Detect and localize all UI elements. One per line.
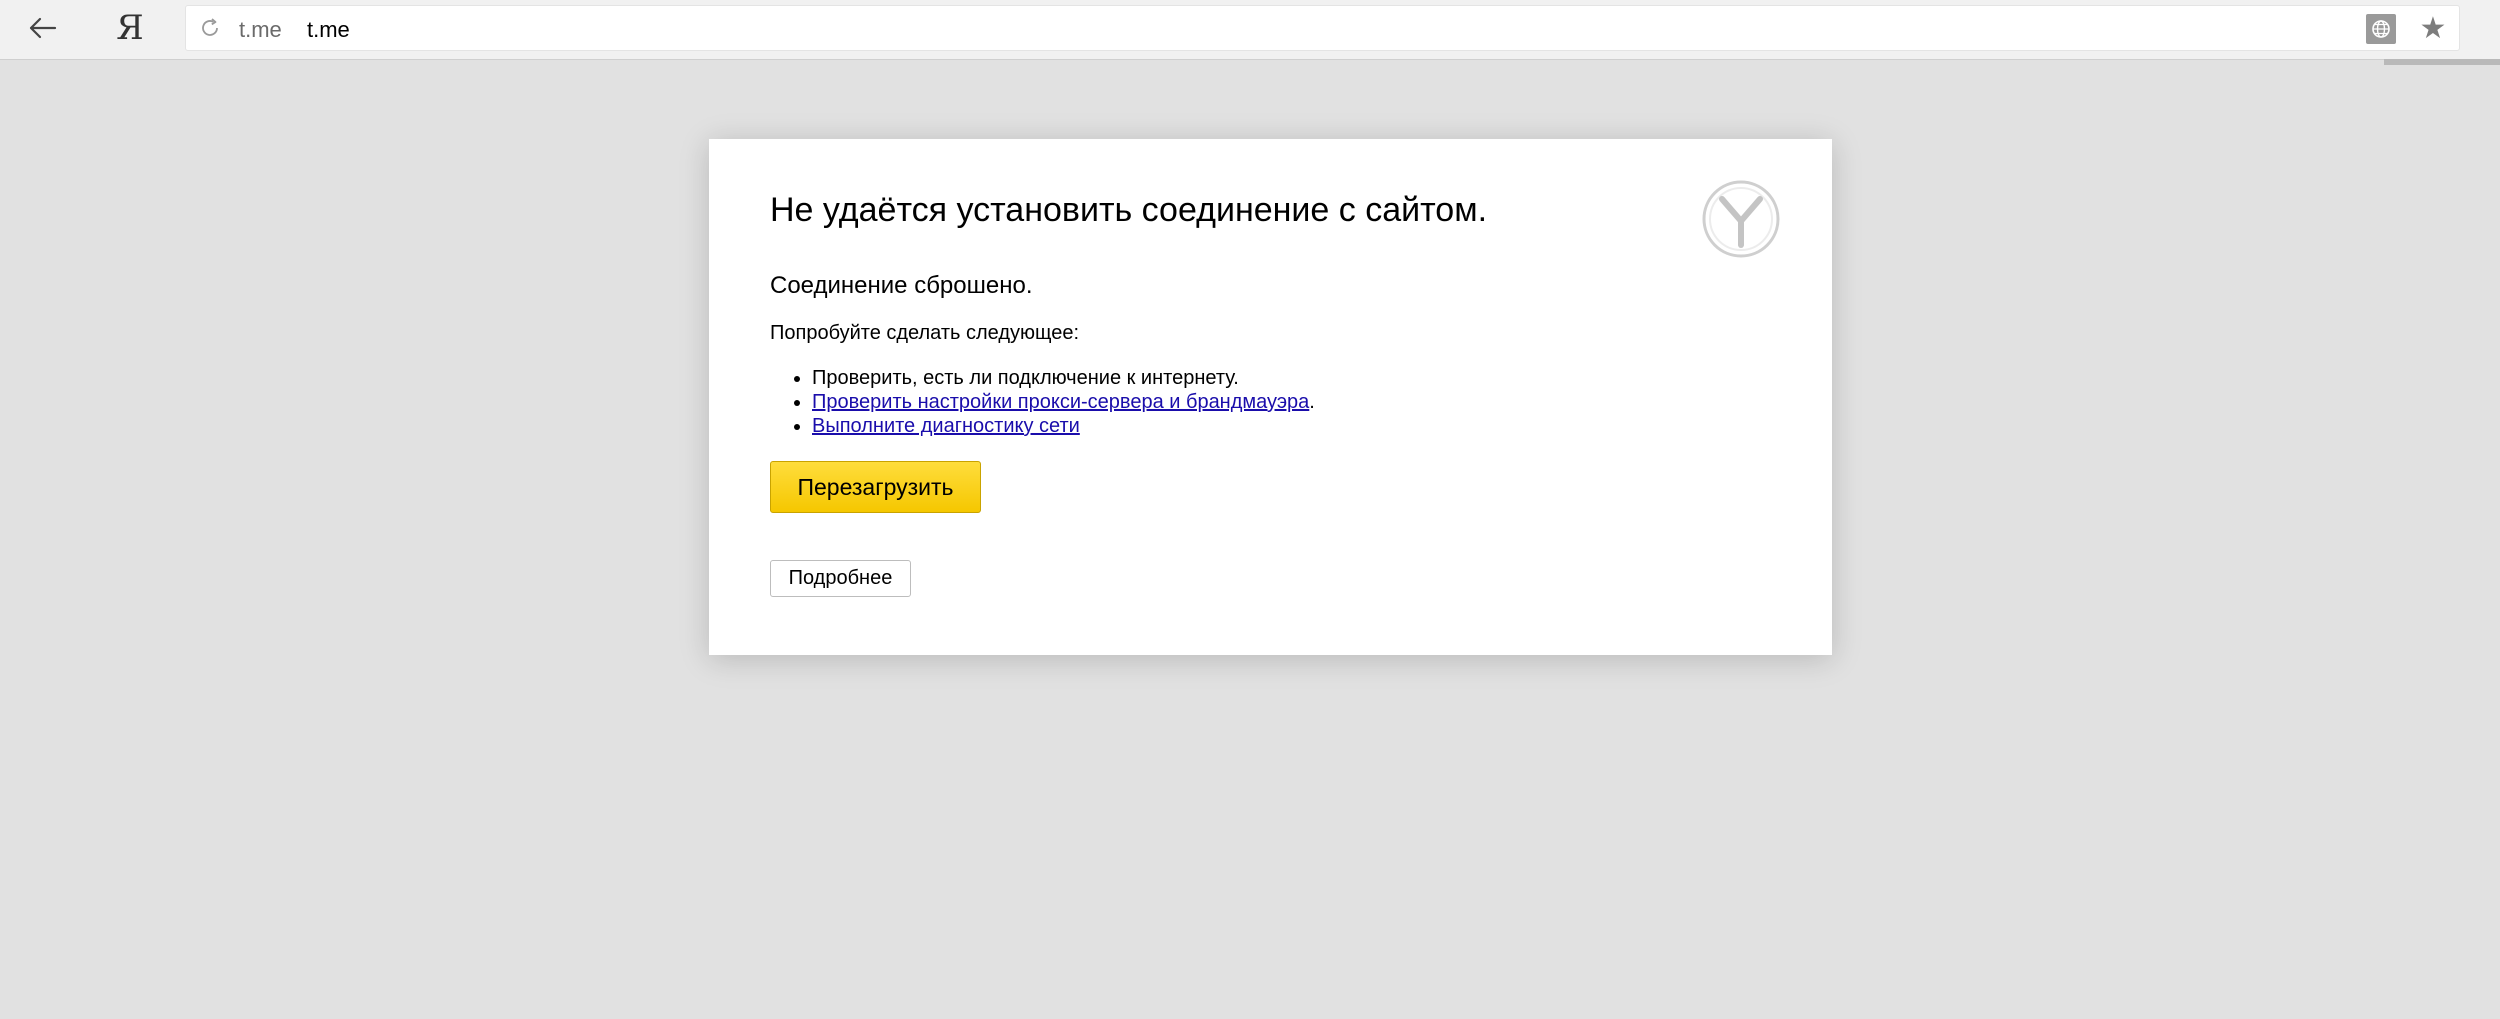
suggestion-item: Проверить настройки прокси-сервера и бра…	[812, 390, 1315, 414]
address-url[interactable]: t.me	[307, 17, 350, 43]
reload-icon[interactable]	[196, 14, 224, 42]
suggestion-item: Выполните диагностику сети	[812, 414, 1315, 438]
check-connection-text: Проверить, есть ли подключение к интерне…	[812, 367, 1239, 389]
error-subtitle: Соединение сброшено.	[770, 272, 1033, 299]
address-bar[interactable]: t.me t.me ★	[185, 5, 2460, 51]
globe-icon[interactable]	[2366, 14, 2396, 44]
back-button[interactable]	[12, 6, 72, 50]
proxy-settings-link[interactable]: Проверить настройки прокси-сервера и бра…	[812, 391, 1309, 413]
star-icon[interactable]: ★	[2416, 12, 2450, 46]
suggestions-list: Проверить, есть ли подключение к интерне…	[770, 366, 1315, 438]
browser-toolbar: Я t.me t.me ★	[0, 0, 2500, 65]
reload-button[interactable]: Перезагрузить	[770, 461, 981, 513]
link-period: .	[1309, 391, 1315, 413]
error-card: Не удаётся установить соединение с сайто…	[709, 139, 1832, 655]
yandex-browser-logo-icon	[1702, 180, 1780, 258]
yandex-label: Я	[116, 8, 144, 48]
yandex-button[interactable]: Я	[100, 6, 160, 50]
address-domain: t.me	[239, 17, 282, 42]
network-diagnostics-link[interactable]: Выполните диагностику сети	[812, 415, 1080, 437]
error-title: Не удаётся установить соединение с сайто…	[770, 191, 1488, 229]
details-button[interactable]: Подробнее	[770, 560, 911, 597]
arrow-left-icon	[29, 17, 57, 39]
download-indicator	[2384, 59, 2500, 65]
suggestions-heading: Попробуйте сделать следующее:	[770, 322, 1080, 344]
suggestion-item: Проверить, есть ли подключение к интерне…	[812, 366, 1315, 390]
